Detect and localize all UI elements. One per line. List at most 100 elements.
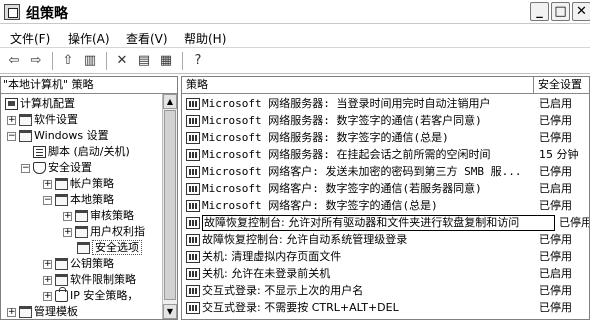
tree-item-scripts[interactable]: 脚本 (启动/关机) [33, 144, 130, 160]
policy-row[interactable]: Microsoft 网络服务器: 当登录时间用完时自动注销用户 已启用 [182, 96, 589, 112]
policy-setting: 已停用 [539, 233, 572, 246]
policy-row[interactable]: 交互式登录: 不显示上次的用户名 已停用 [182, 283, 589, 299]
policy-icon [186, 217, 200, 229]
scroll-up-arrow-icon[interactable]: ▲ [163, 94, 177, 109]
column-header-policy[interactable]: 策略 [182, 77, 534, 94]
policy-icon [186, 166, 200, 178]
title-bar: 组策略 _ □ ✕ [0, 0, 590, 24]
folder-icon [19, 306, 32, 318]
minimize-button[interactable]: _ [530, 2, 549, 21]
policy-row[interactable]: 关机: 清理虚拟内存页面文件 已停用 [182, 249, 589, 265]
policy-name: 交互式登录: 不显示上次的用户名 [202, 284, 364, 297]
up-folder-icon[interactable]: ⇧ [58, 51, 78, 71]
menu-bar: 文件(F) 操作(A) 查看(V) 帮助(H) [0, 26, 590, 48]
policy-row-focused[interactable]: 故障恢复控制台: 允许对所有驱动器和文件夹进行软盘复制和访问 已停用 [182, 215, 589, 231]
expand-icon[interactable]: + [7, 307, 16, 317]
policy-name: 关机: 允许在未登录前关机 [202, 267, 331, 280]
folder-icon [55, 274, 68, 286]
policy-name: Microsoft 网络客户: 数字签字的通信(若服务器同意) [202, 182, 482, 195]
toolbar: ⇦ ⇨ ⇧ ▥ ✕ ▤ ▦ ? [0, 48, 590, 74]
back-arrow-icon[interactable]: ⇦ [4, 51, 24, 71]
ip-security-icon [55, 287, 68, 302]
tree-item-label: Windows 设置 [34, 129, 109, 142]
forward-arrow-icon[interactable]: ⇨ [26, 51, 46, 71]
policy-row[interactable]: 关机: 允许在未登录前关机 已启用 [182, 266, 589, 282]
tree-item-computer-config[interactable]: 计算机配置 [5, 96, 75, 112]
policy-icon [186, 251, 200, 263]
tree-item-label: 管理模板 [34, 305, 78, 318]
policy-setting: 已停用 [539, 165, 572, 178]
tree-item-local-policies[interactable]: − 本地策略 [43, 192, 114, 208]
menu-view[interactable]: 查看(V) [126, 30, 168, 47]
collapse-icon[interactable]: − [7, 131, 16, 141]
tree-item-public-key[interactable]: + 公钥策略 [43, 256, 114, 272]
policy-row[interactable]: Microsoft 网络服务器: 在挂起会话之前所需的空闲时间 15 分钟 [182, 147, 589, 163]
tree-vertical-scrollbar[interactable]: ▲ ▼ [162, 94, 177, 319]
policy-row[interactable]: Microsoft 网络服务器: 数字签字的通信(总是) 已停用 [182, 130, 589, 146]
tree-item-audit-policy[interactable]: + 审核策略 [63, 208, 134, 224]
folder-icon [19, 114, 32, 126]
expand-icon[interactable]: + [43, 275, 52, 285]
policy-row[interactable]: 交互式登录: 不需要按 CTRL+ALT+DEL 已停用 [182, 300, 589, 316]
policy-icon [186, 183, 200, 195]
tree-item-label: 本地策略 [70, 193, 114, 206]
menu-action[interactable]: 操作(A) [68, 30, 110, 47]
menu-file[interactable]: 文件(F) [10, 30, 50, 47]
collapse-icon[interactable]: − [43, 195, 52, 205]
scrollbar-thumb[interactable] [164, 110, 176, 300]
export-list-icon[interactable]: ▦ [156, 51, 176, 71]
policy-setting: 已停用 [539, 131, 572, 144]
close-button[interactable]: ✕ [572, 2, 590, 21]
tree-item-windows-settings[interactable]: − Windows 设置 [7, 128, 109, 144]
folder-icon [19, 130, 32, 142]
policy-setting: 已启用 [539, 97, 572, 110]
tree-item-user-rights[interactable]: + 用户权利指 [63, 224, 145, 240]
tree-item-label: 安全选项 [92, 240, 142, 255]
expand-icon[interactable]: + [63, 227, 72, 237]
help-icon[interactable]: ? [188, 51, 208, 71]
tree-item-security-options[interactable]: 安全选项 [77, 240, 142, 256]
policy-row[interactable]: Microsoft 网络客户: 数字签字的通信(若服务器同意) 已启用 [182, 181, 589, 197]
tree-item-software-settings[interactable]: + 软件设置 [7, 112, 78, 128]
column-header-setting[interactable]: 安全设置 [534, 77, 589, 94]
expand-icon[interactable]: + [63, 211, 72, 221]
policy-row[interactable]: Microsoft 网络客户: 数字签字的通信(总是) 已停用 [182, 198, 589, 214]
toolbar-separator [52, 52, 53, 70]
policy-setting: 已启用 [539, 182, 572, 195]
policy-icon [186, 285, 200, 297]
show-hide-tree-icon[interactable]: ▥ [80, 51, 100, 71]
policy-icon [186, 149, 200, 161]
tree-item-security-settings[interactable]: − 安全设置 [21, 160, 92, 176]
scroll-down-arrow-icon[interactable]: ▼ [163, 304, 177, 319]
folder-icon [75, 226, 88, 238]
maximize-button[interactable]: □ [551, 2, 570, 21]
policy-setting: 已停用 [539, 250, 572, 263]
expand-icon[interactable]: + [7, 115, 16, 125]
policy-icon [186, 132, 200, 144]
properties-icon[interactable]: ▤ [134, 51, 154, 71]
policy-icon [186, 115, 200, 127]
policy-icon [186, 234, 200, 246]
collapse-icon[interactable]: − [21, 163, 30, 173]
policy-icon [186, 268, 200, 280]
tree-item-software-restriction[interactable]: + 软件限制策略 [43, 272, 136, 288]
tree-item-account-policies[interactable]: + 帐户策略 [43, 176, 114, 192]
policy-icon [186, 98, 200, 110]
policy-setting: 已启用 [539, 267, 572, 280]
delete-icon[interactable]: ✕ [112, 51, 132, 71]
policy-row[interactable]: Microsoft 网络客户: 发送未加密的密码到第三方 SMB 服... 已停… [182, 164, 589, 180]
policy-list-pane: 策略 安全设置 Microsoft 网络服务器: 当登录时间用完时自动注销用户 … [181, 76, 590, 320]
policy-name: Microsoft 网络服务器: 数字签字的通信(总是) [202, 131, 449, 144]
policy-setting: 已停用 [539, 199, 572, 212]
expand-icon[interactable]: + [43, 259, 52, 269]
tree-item-label: 软件限制策略 [70, 273, 136, 286]
policy-row[interactable]: Microsoft 网络服务器: 数字签字的通信(若客户同意) 已停用 [182, 113, 589, 129]
tree-item-ip-security[interactable]: + IP 安全策略， [43, 287, 138, 304]
menu-help[interactable]: 帮助(H) [184, 30, 226, 47]
expand-icon[interactable]: + [43, 179, 52, 189]
policy-row[interactable]: 故障恢复控制台: 允许自动系统管理级登录 已停用 [182, 232, 589, 248]
tree-item-label: 公钥策略 [70, 257, 114, 270]
tree-item-admin-templates[interactable]: + 管理模板 [7, 304, 78, 319]
tree-item-label: 软件设置 [34, 113, 78, 126]
expand-icon[interactable]: + [43, 291, 52, 301]
